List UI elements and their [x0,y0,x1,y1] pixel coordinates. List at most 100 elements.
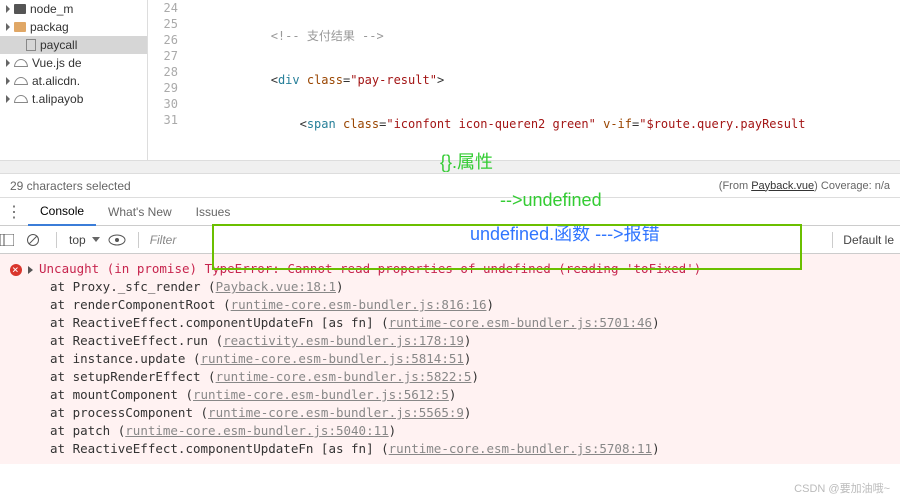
console-output: Uncaught (in promise) TypeError: Cannot … [0,254,900,464]
at: at patch ( [50,423,125,438]
separator [832,232,833,248]
at: at setupRenderEffect ( [50,369,216,384]
stack-line: at ReactiveEffect.componentUpdateFn [as … [10,314,890,332]
stack-link[interactable]: runtime-core.esm-bundler.js:816:16 [231,297,487,312]
stack-link[interactable]: runtime-core.esm-bundler.js:5612:5 [193,387,449,402]
context-select[interactable]: top [61,233,108,247]
code-editor[interactable]: <!-- 支付结果 --> <div class="pay-result"> <… [184,0,900,160]
tab-whatsnew[interactable]: What's New [96,199,184,225]
stack-line: at setupRenderEffect (runtime-core.esm-b… [10,368,890,386]
explorer-label: node_m [30,2,73,16]
tab-console[interactable]: Console [28,198,96,226]
explorer-item-node[interactable]: node_m [0,0,147,18]
stack-line: at renderComponentRoot (runtime-core.esm… [10,296,890,314]
at: at processComponent ( [50,405,208,420]
lineno: 26 [148,32,178,48]
status-bar: 29 characters selected (From Payback.vue… [0,174,900,198]
chevron-right-icon [6,77,10,85]
file-icon [26,39,36,51]
stack-line: at Proxy._sfc_render (Payback.vue:18:1) [10,278,890,296]
val: pay-result [357,73,429,87]
explorer-item-vuejs[interactable]: Vue.js de [0,54,147,72]
explorer-item-alipay[interactable]: t.alipayob [0,90,147,108]
more-icon[interactable]: ⋮ [0,202,28,222]
cloud-icon [14,95,28,103]
source-link[interactable]: Payback.vue [751,180,814,192]
coverage-status: (From Payback.vue) Coverage: n/a [719,180,890,192]
chevron-down-icon [92,237,100,242]
separator [56,232,57,248]
code-comment: <!-- 支付结果 --> [271,29,384,43]
toggle-sidebar-icon[interactable] [0,234,26,246]
stack-link[interactable]: runtime-core.esm-bundler.js:5708:11 [389,441,652,456]
horizontal-scrollbar[interactable] [0,160,900,174]
p: ) [487,297,495,312]
stack-line: at instance.update (runtime-core.esm-bun… [10,350,890,368]
error-icon [10,264,22,276]
explorer-label: Vue.js de [32,56,82,70]
lineno: 27 [148,48,178,64]
chevron-right-icon [6,5,10,13]
tag: div [278,73,300,87]
from: (From [719,180,751,192]
p: ) [389,423,397,438]
folder-icon [14,4,26,14]
stack-link[interactable]: reactivity.esm-bundler.js:178:19 [223,333,464,348]
tab-issues[interactable]: Issues [184,199,243,225]
lineno: 25 [148,16,178,32]
at: at ReactiveEffect.componentUpdateFn [as … [50,441,389,456]
explorer-item-paycall[interactable]: paycall [0,36,147,54]
chevron-right-icon [6,95,10,103]
explorer-item-pack[interactable]: packag [0,18,147,36]
lineno: 29 [148,80,178,96]
file-explorer: node_m packag paycall Vue.js de at.alicd… [0,0,148,160]
annotation-box [212,224,802,270]
p: ) [464,333,472,348]
p: ) [464,351,472,366]
p: ) [652,315,660,330]
lineno: 30 [148,96,178,112]
watermark: CSDN @要加油哦~ [794,480,890,496]
p: ) [652,441,660,456]
stack-line: at ReactiveEffect.run (reactivity.esm-bu… [10,332,890,350]
select-value: top [69,233,86,247]
at: at ReactiveEffect.componentUpdateFn [as … [50,315,389,330]
cloud-icon [14,77,28,85]
devtools-tabs: ⋮ Console What's New Issues [0,198,900,226]
lineno: 24 [148,0,178,16]
loglevel-select[interactable]: Default le [837,233,900,247]
chevron-right-icon [6,23,10,31]
lineno: 28 [148,64,178,80]
stack-link[interactable]: runtime-core.esm-bundler.js:5040:11 [125,423,388,438]
separator [138,232,139,248]
at: at Proxy._sfc_render ( [50,279,216,294]
explorer-label: at.alicdn. [32,74,80,88]
at: at mountComponent ( [50,387,193,402]
coverage: Coverage: n/a [818,180,890,192]
at: at instance.update ( [50,351,201,366]
console-toolbar: top Filter Default le [0,226,900,254]
stack-line: at ReactiveEffect.componentUpdateFn [as … [10,440,890,458]
p: ) [336,279,344,294]
expand-icon[interactable] [28,266,33,274]
p: ) [471,369,479,384]
stack-link[interactable]: runtime-core.esm-bundler.js:5565:9 [208,405,464,420]
clear-console-icon[interactable] [26,233,52,247]
explorer-item-alicdn[interactable]: at.alicdn. [0,72,147,90]
p: ) [464,405,472,420]
stack-link[interactable]: runtime-core.esm-bundler.js:5814:51 [201,351,464,366]
line-gutter: 24 25 26 27 28 29 30 31 [148,0,184,160]
explorer-label: t.alipayob [32,92,83,106]
folder-icon [14,22,26,32]
stack-line: at mountComponent (runtime-core.esm-bund… [10,386,890,404]
attr: v-if [603,117,632,131]
explorer-label: packag [30,20,69,34]
cloud-icon [14,59,28,67]
at: at renderComponentRoot ( [50,297,231,312]
selection-status: 29 characters selected [10,179,719,193]
stack-link[interactable]: runtime-core.esm-bundler.js:5701:46 [389,315,652,330]
stack-link[interactable]: runtime-core.esm-bundler.js:5822:5 [216,369,472,384]
live-expr-icon[interactable] [108,234,134,246]
p: ) [449,387,457,402]
stack-link[interactable]: Payback.vue:18:1 [216,279,336,294]
